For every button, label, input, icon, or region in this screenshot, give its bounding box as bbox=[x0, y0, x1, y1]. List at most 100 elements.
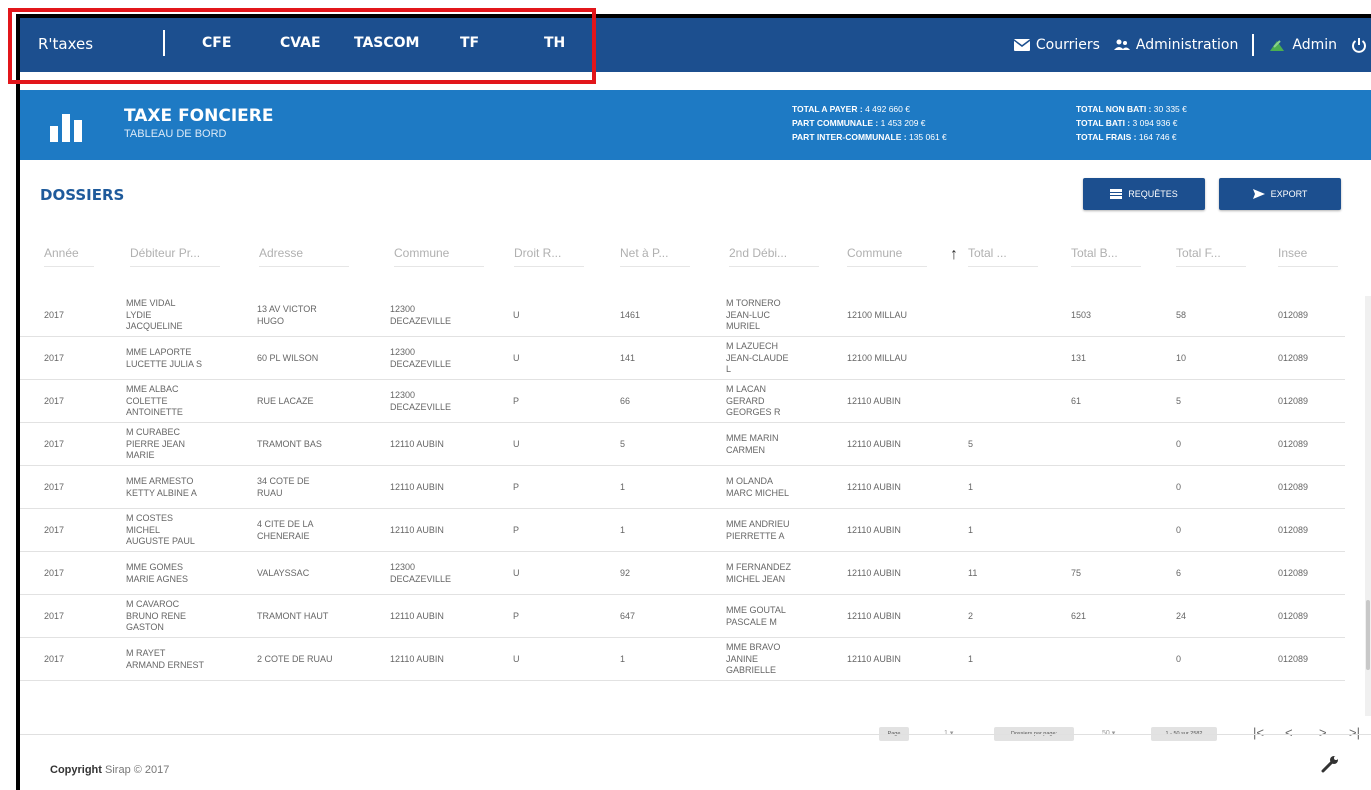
export-button[interactable]: EXPORT bbox=[1219, 178, 1341, 210]
table-cell: 2017 bbox=[44, 439, 65, 449]
right-navigation: Courriers Administration Admin bbox=[1013, 18, 1371, 72]
table-cell: 647 bbox=[620, 611, 636, 621]
table-cell: 6 bbox=[1176, 568, 1182, 578]
administration-link[interactable]: Administration bbox=[1113, 37, 1239, 53]
header-debiteur[interactable]: Débiteur Pr... bbox=[130, 246, 220, 267]
table-cell: MME GOUTAL PASCALE M bbox=[726, 605, 786, 627]
nav-separator bbox=[163, 30, 165, 56]
table-row[interactable]: 2017 MME VIDAL LYDIE JACQUELINE 13 AV VICT… bbox=[20, 294, 1345, 337]
header-droit[interactable]: Droit R... bbox=[514, 246, 584, 267]
prev-page-icon[interactable]: < bbox=[1285, 725, 1293, 740]
table-cell: 141 bbox=[620, 353, 636, 363]
copyright-text: Sirap © 2017 bbox=[105, 764, 170, 776]
admin-user-link[interactable]: Admin bbox=[1268, 37, 1337, 53]
requetes-button[interactable]: REQUÊTES bbox=[1083, 178, 1205, 210]
total-frais: TOTAL FRAIS : 164 746 € bbox=[1076, 132, 1177, 142]
table-cell: 012089 bbox=[1278, 310, 1309, 320]
table-row[interactable]: 2017 M CAVAROC BRUNO RENE GASTON TRAMONT H… bbox=[20, 595, 1345, 638]
header-insee[interactable]: Insee bbox=[1278, 246, 1338, 267]
table-cell: 12300 DECAZEVILLE bbox=[390, 347, 452, 369]
administration-label: Administration bbox=[1135, 37, 1239, 53]
table-cell: MME ARMESTO KETTY ALBINE A bbox=[126, 476, 197, 498]
per-page-select[interactable]: 50 ▾ bbox=[1102, 729, 1115, 737]
first-page-icon[interactable]: |< bbox=[1253, 725, 1264, 740]
footer-divider bbox=[20, 734, 1371, 735]
table-cell: 12110 AUBIN bbox=[847, 568, 901, 578]
table-row[interactable]: 2017 MME LAPORTE LUCETTE JULIA S 60 PL WIL… bbox=[20, 337, 1345, 380]
table-cell: 0 bbox=[1176, 439, 1182, 449]
total-a-payer: TOTAL A PAYER : 4 492 660 € bbox=[792, 104, 910, 114]
table-cell: 0 bbox=[1176, 482, 1182, 492]
tab-cvae[interactable]: CVAE bbox=[280, 35, 321, 51]
table-cell: 60 PL WILSON bbox=[257, 353, 319, 363]
table-cell: 2017 bbox=[44, 482, 65, 492]
scrollbar-thumb[interactable] bbox=[1366, 600, 1370, 670]
table-cell: 12110 AUBIN bbox=[390, 525, 444, 535]
table-row[interactable]: 2017 MME GOMES MARIE AGNES VALAYSSAC 12300 … bbox=[20, 552, 1345, 595]
table-cell: 1503 bbox=[1071, 310, 1092, 320]
table-cell: M TORNERO JEAN-LUC MURIEL bbox=[726, 298, 781, 331]
table-cell: M COSTES MICHEL AUGUSTE PAUL bbox=[126, 513, 195, 546]
table-row[interactable]: 2017 M COSTES MICHEL AUGUSTE PAUL 4 CITE D… bbox=[20, 509, 1345, 552]
table-cell: 12110 AUBIN bbox=[847, 396, 901, 406]
table-cell: 12300 DECAZEVILLE bbox=[390, 562, 452, 584]
table-cell: 66 bbox=[620, 396, 631, 406]
table-cell: M CAVAROC BRUNO RENE GASTON bbox=[126, 599, 187, 632]
tax-banner: TAXE FONCIERE TABLEAU DE BORD TOTAL A PA… bbox=[20, 90, 1371, 160]
last-page-icon[interactable]: >| bbox=[1349, 725, 1360, 740]
table-cell: 621 bbox=[1071, 611, 1087, 621]
header-net-a-payer[interactable]: Net à P... bbox=[620, 246, 690, 267]
table-cell: 12110 AUBIN bbox=[847, 654, 901, 664]
table-row[interactable]: 2017 MME ALBAC COLETTE ANTOINETTE RUE LACA… bbox=[20, 380, 1345, 423]
header-adresse[interactable]: Adresse bbox=[259, 246, 349, 267]
table-cell: 1 bbox=[968, 654, 974, 664]
table-cell: 10 bbox=[1176, 353, 1187, 363]
table-cell: 12110 AUBIN bbox=[390, 482, 444, 492]
table-row[interactable]: 2017 MME ARMESTO KETTY ALBINE A 34 COTE DE… bbox=[20, 466, 1345, 509]
header-total-frais[interactable]: Total F... bbox=[1176, 246, 1246, 267]
table-row[interactable]: 2017 M RAYET ARMAND ERNEST 2 COTE DE RUAU 1… bbox=[20, 638, 1345, 681]
page-title: TAXE FONCIERE bbox=[124, 106, 274, 126]
table-cell: TRAMONT BAS bbox=[257, 439, 322, 449]
sort-up-arrow-icon[interactable]: ↑ bbox=[950, 246, 958, 264]
header-2nd-debiteur[interactable]: 2nd Débi... bbox=[729, 246, 819, 267]
header-commune[interactable]: Commune bbox=[394, 246, 484, 267]
page-select[interactable]: 1 ▾ bbox=[944, 729, 953, 737]
requetes-label: REQUÊTES bbox=[1128, 189, 1178, 199]
table-cell: MME BRAVO JANINE GABRIELLE bbox=[726, 642, 781, 675]
tab-tf[interactable]: TF bbox=[460, 35, 479, 51]
tab-cfe[interactable]: CFE bbox=[202, 35, 231, 51]
table-cell: 11 bbox=[968, 568, 978, 578]
power-icon[interactable] bbox=[1351, 37, 1367, 53]
table-cell: 2017 bbox=[44, 353, 65, 363]
table-row[interactable]: 2017 M CURABEC PIERRE JEAN MARIE TRAMONT B… bbox=[20, 423, 1345, 466]
bar-chart-icon bbox=[50, 114, 82, 142]
table-cell: 2017 bbox=[44, 310, 65, 320]
table-cell: U bbox=[513, 439, 520, 449]
table-cell: 5 bbox=[620, 439, 626, 449]
table-cell: MME ALBAC COLETTE ANTOINETTE bbox=[126, 384, 183, 417]
table-cell: M RAYET ARMAND ERNEST bbox=[126, 648, 205, 670]
header-total[interactable]: Total ... bbox=[968, 246, 1038, 267]
table-cell: P bbox=[513, 611, 520, 621]
table-cell: MME GOMES MARIE AGNES bbox=[126, 562, 189, 584]
next-page-icon[interactable]: > bbox=[1319, 725, 1327, 740]
header-commune-2[interactable]: Commune bbox=[847, 246, 927, 267]
table-cell: 1461 bbox=[620, 310, 641, 320]
table-cell: 2017 bbox=[44, 654, 65, 664]
totals-right-block: TOTAL NON BATI : 30 335 € TOTAL BATI : 3… bbox=[1076, 102, 1187, 144]
tab-th[interactable]: TH bbox=[544, 35, 565, 51]
header-total-bati[interactable]: Total B... bbox=[1071, 246, 1141, 267]
tab-tascom[interactable]: TASCOM bbox=[354, 35, 420, 51]
courriers-link[interactable]: Courriers bbox=[1013, 37, 1100, 53]
table-cell: M OLANDA MARC MICHEL bbox=[726, 476, 790, 498]
table-cell: P bbox=[513, 525, 520, 535]
brand-logo[interactable]: R'taxes bbox=[38, 35, 93, 53]
table-cell: 12110 AUBIN bbox=[847, 525, 901, 535]
table-cell: 5 bbox=[1176, 396, 1182, 406]
header-annee[interactable]: Année bbox=[44, 246, 94, 267]
wrench-icon[interactable] bbox=[1320, 754, 1340, 774]
table-cell: 1 bbox=[620, 654, 626, 664]
table-cell: 61 bbox=[1071, 396, 1082, 406]
user-badge-icon bbox=[1270, 40, 1285, 51]
